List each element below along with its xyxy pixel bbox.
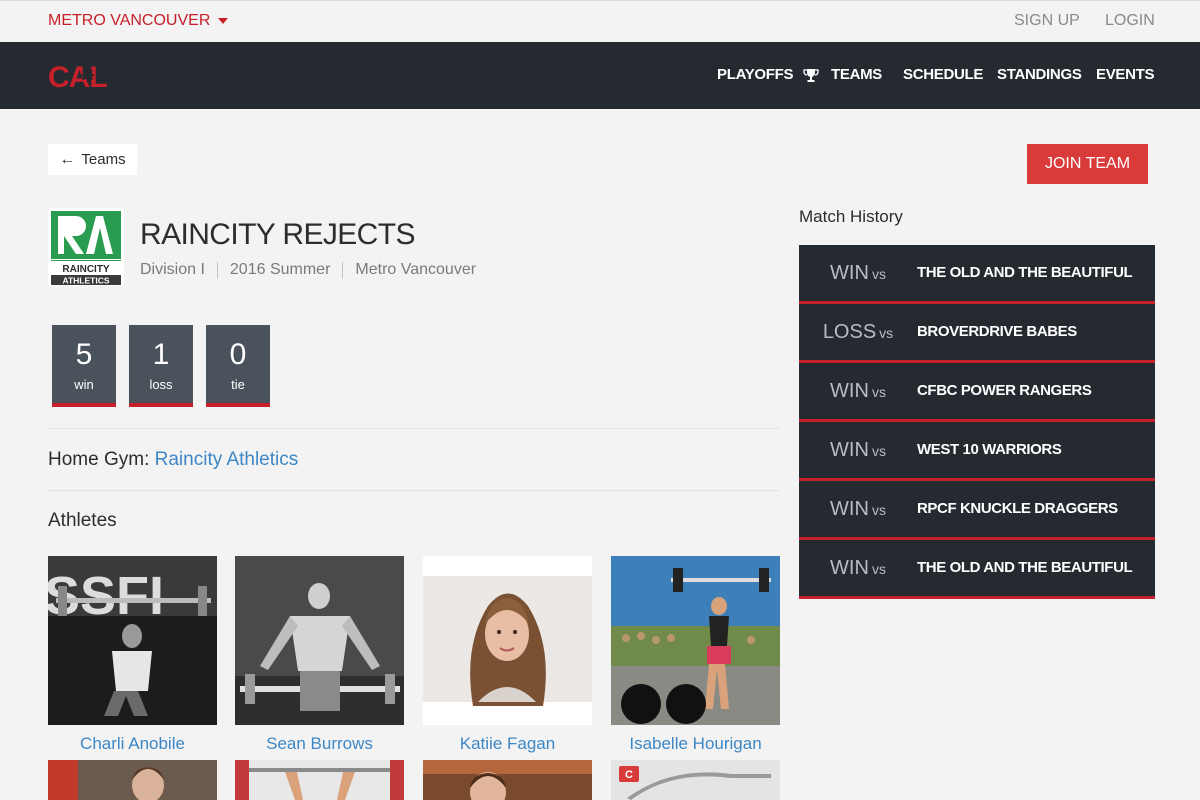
athlete-card[interactable]: Sean Burrows [235, 556, 404, 754]
athlete-photo[interactable] [611, 556, 780, 725]
arrow-left-icon: ← [59, 150, 76, 168]
team-logo-text-2: ATHLETICS [62, 276, 109, 286]
team-region: Metro Vancouver [355, 261, 477, 278]
match-row[interactable]: WIN vs CFBC POWER RANGERS [799, 363, 1155, 422]
stat-tie: 0 tie [206, 325, 270, 407]
athlete-photo[interactable] [423, 556, 592, 725]
logo-text: CAL [48, 61, 107, 91]
athlete-name[interactable]: Charli Anobile [48, 734, 217, 754]
team-logo-text-1: RAINCITY [62, 264, 110, 275]
divider [342, 261, 344, 279]
main-nav: CAL PLAYOFFS TEAMS SCHEDULE STANDINGS EV… [0, 42, 1200, 109]
athlete-photo[interactable]: C [611, 760, 780, 800]
team-meta: Division I 2016 Summer Metro Vancouver [140, 261, 476, 279]
home-gym-label: Home Gym: [48, 449, 150, 470]
athlete-photo[interactable] [235, 556, 404, 725]
match-opponent: WEST 10 WARRIORS [917, 441, 1062, 458]
match-opponent: BROVERDRIVE BABES [917, 323, 1077, 340]
nav-standings[interactable]: STANDINGS [997, 66, 1082, 83]
match-row[interactable]: WIN vs WEST 10 WARRIORS [799, 422, 1155, 481]
athlete-card[interactable]: Katiie Fagan [423, 556, 592, 754]
join-team-button[interactable]: JOIN TEAM [1027, 144, 1148, 184]
athlete-photo[interactable] [423, 760, 592, 800]
nav-schedule[interactable]: SCHEDULE [903, 66, 983, 83]
match-opponent: THE OLD AND THE BEAUTIFUL [917, 559, 1133, 576]
nav-events[interactable]: EVENTS [1096, 66, 1155, 83]
stat-loss-value: 1 [152, 338, 170, 371]
match-opponent: CFBC POWER RANGERS [917, 382, 1092, 399]
match-row[interactable]: WIN vs THE OLD AND THE BEAUTIFUL [799, 540, 1155, 599]
match-result: WIN vs [830, 439, 886, 461]
stat-tie-label: tie [231, 377, 245, 392]
nav-playoffs-label: PLAYOFFS [717, 66, 794, 83]
caret-down-icon [218, 18, 229, 24]
team-division: Division I [140, 261, 205, 278]
stat-win-label: win [74, 377, 94, 392]
match-result: WIN vs [830, 557, 886, 579]
svg-text:C: C [625, 769, 633, 781]
match-result: LOSS vs [822, 321, 894, 343]
match-opponent: RPCF KNUCKLE DRAGGERS [917, 500, 1118, 517]
stat-win-value: 5 [75, 338, 93, 371]
team-season: 2016 Summer [229, 261, 331, 278]
home-gym-link[interactable]: Raincity Athletics [155, 449, 299, 470]
divider [216, 261, 218, 279]
athlete-name[interactable]: Isabelle Hourigan [611, 734, 780, 754]
divider [48, 490, 779, 491]
athlete-photo[interactable] [48, 760, 217, 800]
nav-teams[interactable]: TEAMS [831, 66, 882, 83]
athletes-heading: Athletes [48, 510, 117, 531]
region-selector[interactable]: METRO VANCOUVER [48, 12, 229, 30]
back-to-teams-button[interactable]: ← Teams [48, 144, 137, 175]
trophy-icon [803, 68, 819, 82]
match-result: WIN vs [830, 262, 886, 284]
athlete-photo[interactable] [235, 760, 404, 800]
team-name: RAINCITY REJECTS [140, 218, 415, 251]
cal-logo[interactable]: CAL [48, 61, 128, 91]
signup-link[interactable]: SIGN UP [1014, 12, 1080, 30]
athlete-card[interactable]: SSFI Charli Anobile [44, 556, 217, 754]
athlete-name[interactable]: Katiie Fagan [423, 734, 592, 754]
home-gym: Home Gym: Raincity Athletics [48, 449, 298, 471]
match-row[interactable]: WIN vs RPCF KNUCKLE DRAGGERS [799, 481, 1155, 540]
stat-loss-label: loss [149, 377, 173, 392]
athlete-photo[interactable]: SSFI [44, 556, 217, 725]
team-logo: RAINCITY ATHLETICS [48, 208, 124, 286]
stat-tie-value: 0 [229, 338, 247, 371]
match-opponent: THE OLD AND THE BEAUTIFUL [917, 264, 1133, 281]
match-row[interactable]: WIN vs THE OLD AND THE BEAUTIFUL [799, 245, 1155, 304]
match-result: WIN vs [830, 380, 886, 402]
top-bar: METRO VANCOUVER SIGN UP LOGIN [0, 0, 1200, 42]
region-label: METRO VANCOUVER [48, 12, 211, 29]
athlete-card[interactable]: Isabelle Hourigan [611, 556, 780, 754]
match-history-list: WIN vs THE OLD AND THE BEAUTIFUL LOSS vs B… [799, 245, 1155, 599]
stat-loss: 1 loss [129, 325, 193, 407]
match-history-heading: Match History [799, 207, 903, 226]
stat-win: 5 win [52, 325, 116, 407]
login-link[interactable]: LOGIN [1105, 12, 1155, 30]
back-label: Teams [81, 151, 126, 168]
nav-playoffs[interactable]: PLAYOFFS [717, 66, 819, 83]
divider [48, 428, 779, 429]
match-row[interactable]: LOSS vs BROVERDRIVE BABES [799, 304, 1155, 363]
match-result: WIN vs [830, 498, 886, 520]
athlete-name[interactable]: Sean Burrows [235, 734, 404, 754]
